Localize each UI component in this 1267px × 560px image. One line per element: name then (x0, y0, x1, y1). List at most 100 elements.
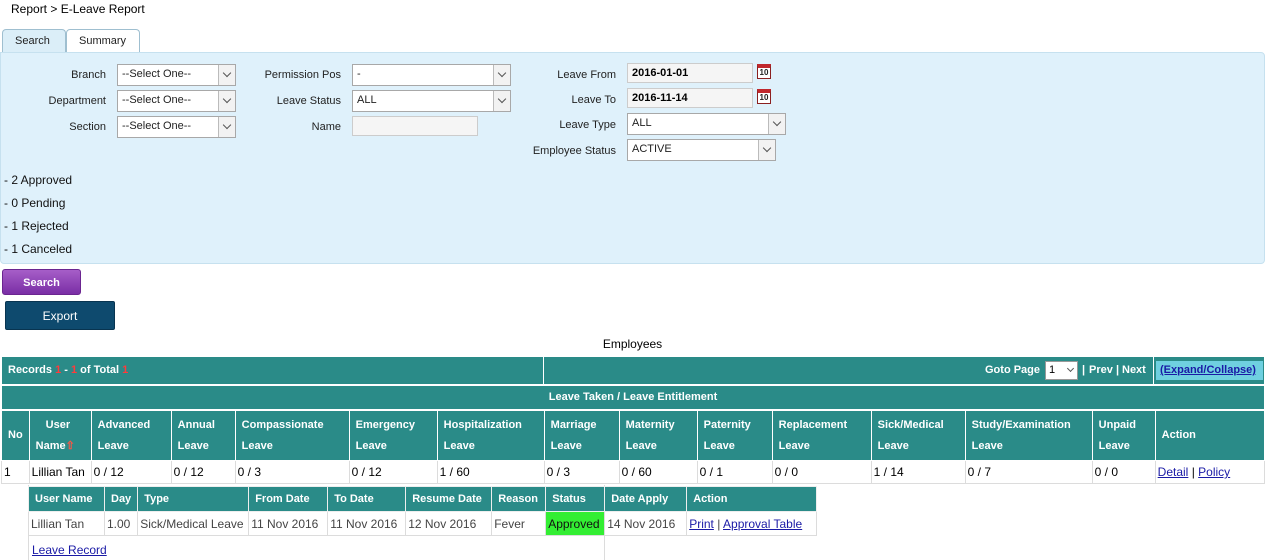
sub-col-user-name: User Name (28, 486, 105, 512)
cell-value: 0 / 12 (348, 460, 438, 484)
leave-record-link[interactable]: Leave Record (32, 543, 107, 557)
section-label: Section (69, 121, 106, 133)
leave-to-input[interactable]: 2016-11-14 (627, 88, 753, 108)
tab-summary[interactable]: Summary (66, 29, 140, 53)
leave-from-input[interactable]: 2016-01-01 (627, 63, 753, 83)
leave-status-label: Leave Status (276, 95, 341, 107)
leave-type-label: Leave Type (559, 119, 616, 131)
goto-page-label: Goto Page (985, 364, 1041, 376)
policy-link[interactable]: Policy (1198, 465, 1230, 479)
search-button[interactable]: Search (2, 269, 81, 295)
sub-col-from-date: From Date (248, 486, 329, 512)
sub-col-date-apply: Date Apply (604, 486, 688, 512)
approval-table-link[interactable]: Approval Table (723, 517, 802, 531)
col-name-label: Name (35, 439, 66, 452)
col-no: No (1, 410, 30, 461)
goto-page-value: 1 (1049, 364, 1056, 376)
leave-type-select[interactable]: ALL (627, 113, 786, 135)
records-count: Records 1 - 1 of Total 1 (2, 357, 544, 384)
status-badge: Approved (545, 511, 606, 536)
department-select-value: --Select One-- (122, 94, 192, 106)
status-pending: - 0 Pending (4, 196, 66, 210)
permission-pos-select[interactable]: - (352, 64, 511, 86)
calendar-icon[interactable]: 10 (757, 64, 771, 79)
status-approved: - 2 Approved (4, 173, 73, 187)
col-user-label: User (45, 418, 71, 431)
col-type-label: Unpaid (1098, 418, 1136, 431)
name-input[interactable] (352, 116, 478, 136)
sub-col-resume-date: Resume Date (405, 486, 493, 512)
list-item: Lillian Tan 1.00 Sick/Medical Leave 11 N… (28, 511, 817, 536)
cell-value: 0 / 1 (696, 460, 773, 484)
col-study-examination-leave: Study/Examination Leave (964, 410, 1093, 461)
status-rejected: - 1 Rejected (4, 219, 69, 233)
chevron-down-icon (758, 140, 775, 160)
col-type-label: Hospitalization (443, 418, 522, 431)
col-type-label: Advanced (97, 418, 151, 431)
cell-value: 0 / 12 (90, 460, 172, 484)
sub-day: 1.00 (103, 511, 139, 536)
sub-user-name: Lillian Tan (28, 511, 105, 536)
cell-value: 0 / 12 (170, 460, 236, 484)
col-replacement-leave: Replacement Leave (771, 410, 872, 461)
cell-value: 1 / 60 (436, 460, 545, 484)
col-type-label: Sick/Medical (877, 418, 944, 431)
leave-type-value: ALL (632, 117, 652, 129)
chevron-down-icon (768, 114, 785, 134)
prev-link[interactable]: Prev (1089, 364, 1113, 376)
leave-entitlement-band: Leave Taken / Leave Entitlement (1, 385, 1265, 410)
employee-status-select[interactable]: ACTIVE (627, 139, 776, 161)
sub-col-action: Action (686, 486, 817, 512)
col-marriage-leave: Marriage Leave (543, 410, 620, 461)
print-link[interactable]: Print (689, 517, 714, 531)
name-label: Name (311, 121, 341, 133)
branch-label: Branch (71, 69, 106, 81)
section-title: Employees (602, 337, 663, 351)
sub-date-apply: 14 Nov 2016 (604, 511, 688, 536)
col-leave-label: Leave (177, 439, 209, 452)
export-button[interactable]: Export (5, 301, 115, 330)
permission-pos-value: - (357, 68, 361, 80)
department-select[interactable]: --Select One-- (117, 90, 236, 112)
sub-type: Sick/Medical Leave (137, 511, 250, 536)
col-leave-label: Leave (550, 439, 582, 452)
sub-col-to-date: To Date (327, 486, 407, 512)
next-link[interactable]: Next (1122, 364, 1146, 376)
expand-collapse-link[interactable]: (Expand/Collapse) (1160, 364, 1256, 376)
sub-from-date: 11 Nov 2016 (248, 511, 329, 536)
employee-status-value: ACTIVE (632, 143, 672, 155)
branch-select[interactable]: --Select One-- (117, 64, 236, 86)
col-leave-label: Leave (877, 439, 909, 452)
calendar-icon[interactable]: 10 (757, 89, 771, 104)
col-leave-label: Leave (241, 439, 273, 452)
section-select-value: --Select One-- (122, 120, 192, 132)
action-sep: | (1191, 465, 1195, 479)
section-select[interactable]: --Select One-- (117, 116, 236, 138)
pager-sep: | (1082, 364, 1086, 376)
leave-to-label: Leave To (571, 94, 616, 106)
sub-to-date: 11 Nov 2016 (327, 511, 407, 536)
chevron-down-icon (218, 117, 235, 137)
leave-detail-table: User Name Day Type From Date To Date Res… (28, 486, 817, 536)
col-type-label: Annual (177, 418, 215, 431)
records-sep: - (61, 364, 71, 376)
col-user-name[interactable]: User Name⇧ (28, 410, 92, 461)
col-hospitalization-leave: Hospitalization Leave (436, 410, 545, 461)
col-leave-label: Leave (97, 439, 129, 452)
goto-page-select[interactable]: 1 (1045, 361, 1078, 380)
col-type-label: Compassionate (241, 418, 324, 431)
leave-from-label: Leave From (557, 69, 616, 81)
col-leave-label: Leave (443, 439, 475, 452)
records-total: 1 (122, 364, 129, 376)
leave-status-select[interactable]: ALL (352, 90, 511, 112)
employee-leave-table: No User Name⇧ Advanced Leave Annual Leave … (1, 410, 1266, 484)
col-leave-label: Leave (1098, 439, 1130, 452)
chevron-down-icon (493, 65, 510, 85)
detail-link[interactable]: Detail (1158, 465, 1189, 479)
col-leave-label: Leave (778, 439, 810, 452)
cell-value: 0 / 3 (234, 460, 350, 484)
cell-value: 0 / 60 (618, 460, 698, 484)
col-leave-label: Leave (703, 439, 735, 452)
tab-search[interactable]: Search (2, 29, 66, 53)
sub-col-status: Status (545, 486, 606, 512)
